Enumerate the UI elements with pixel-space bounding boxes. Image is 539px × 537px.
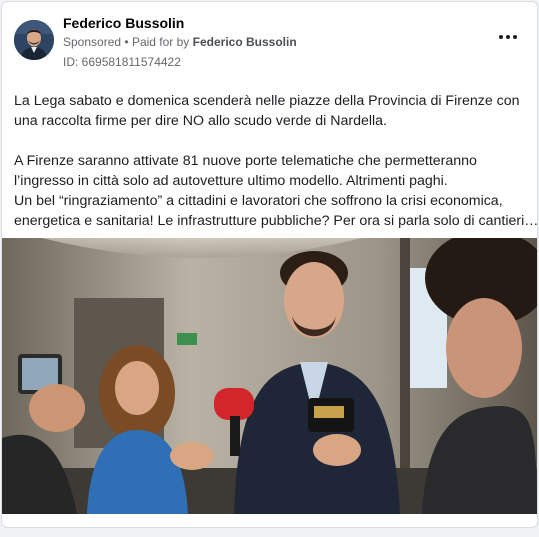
interview-photo	[2, 238, 537, 514]
post-text-line: energetica e sanitaria! Le infrastruttur…	[14, 213, 538, 229]
author-name[interactable]: Federico Bussolin	[63, 15, 184, 31]
post-text-line: La Lega sabato e domenica scenderà nelle…	[14, 93, 520, 109]
post-header: Federico Bussolin Sponsored • Paid for b…	[2, 2, 537, 78]
sponsored-line: Sponsored • Paid for by Federico Bussoli…	[63, 35, 297, 49]
ad-id: ID: 669581811574422	[63, 55, 181, 69]
meta-separator: •	[124, 35, 129, 49]
post-text-line: una raccolta firme per dire NO allo scud…	[14, 113, 387, 129]
post-text: La Lega sabato e domenica scenderà nelle…	[14, 91, 538, 231]
more-options-icon[interactable]	[499, 30, 519, 44]
avatar[interactable]	[14, 20, 54, 60]
paid-for-label: Paid for by	[131, 35, 190, 49]
sponsored-label: Sponsored	[63, 35, 122, 49]
ad-card: Federico Bussolin Sponsored • Paid for b…	[1, 1, 538, 528]
post-text-line: Un bel “ringraziamento” a cittadini e la…	[14, 193, 503, 209]
post-image[interactable]	[2, 238, 537, 514]
avatar-image	[14, 20, 54, 60]
paid-for-name[interactable]: Federico Bussolin	[193, 35, 297, 49]
post-text-line: l’ingresso in città solo ad autovetture …	[14, 173, 448, 189]
post-text-line: A Firenze saranno attivate 81 nuove port…	[14, 153, 477, 169]
